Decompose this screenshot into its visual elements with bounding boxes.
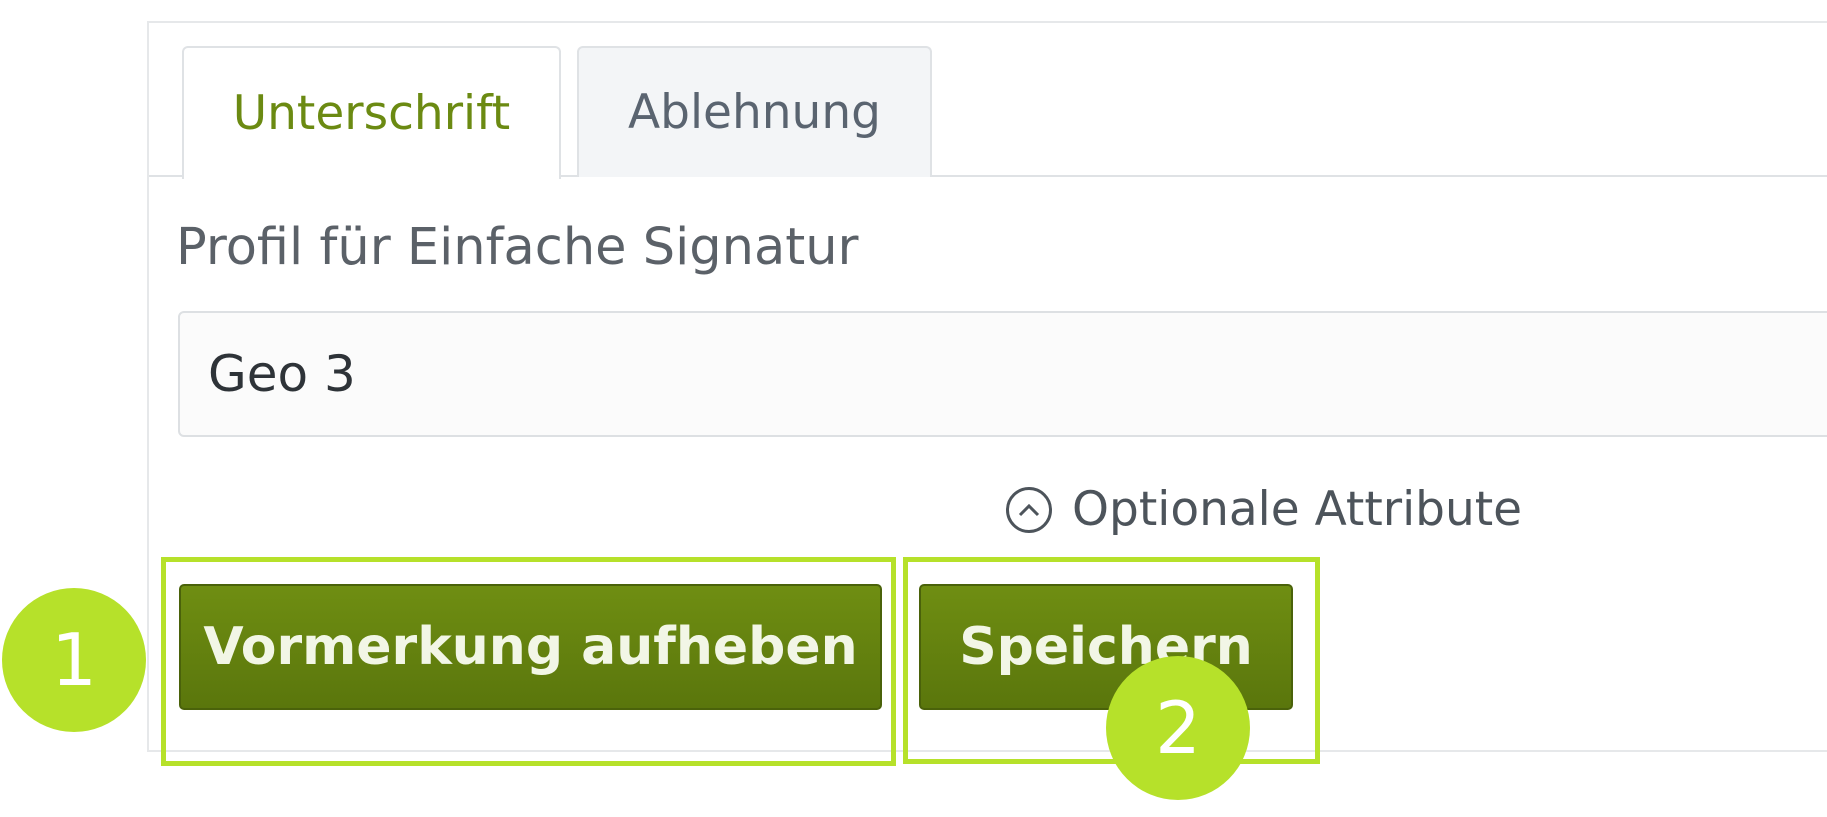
optional-attributes-toggle[interactable]: Optionale Attribute bbox=[1006, 482, 1522, 537]
tab-unterschrift[interactable]: Unterschrift bbox=[182, 46, 561, 179]
unmark-button[interactable]: Vormerkung aufheben bbox=[179, 584, 882, 710]
tab-ablehnung[interactable]: Ablehnung bbox=[577, 46, 932, 177]
tab-unterschrift-label: Unterschrift bbox=[232, 86, 511, 141]
profile-select[interactable]: Geo 3 bbox=[178, 311, 1827, 437]
tab-ablehnung-label: Ablehnung bbox=[628, 85, 881, 140]
step-marker-1: 1 bbox=[2, 588, 146, 732]
step-marker-2: 2 bbox=[1106, 656, 1250, 800]
profile-field-label: Profil für Einfache Signatur bbox=[176, 218, 859, 277]
chevron-up-circle-icon bbox=[1006, 486, 1052, 533]
optional-attributes-label: Optionale Attribute bbox=[1072, 482, 1523, 537]
